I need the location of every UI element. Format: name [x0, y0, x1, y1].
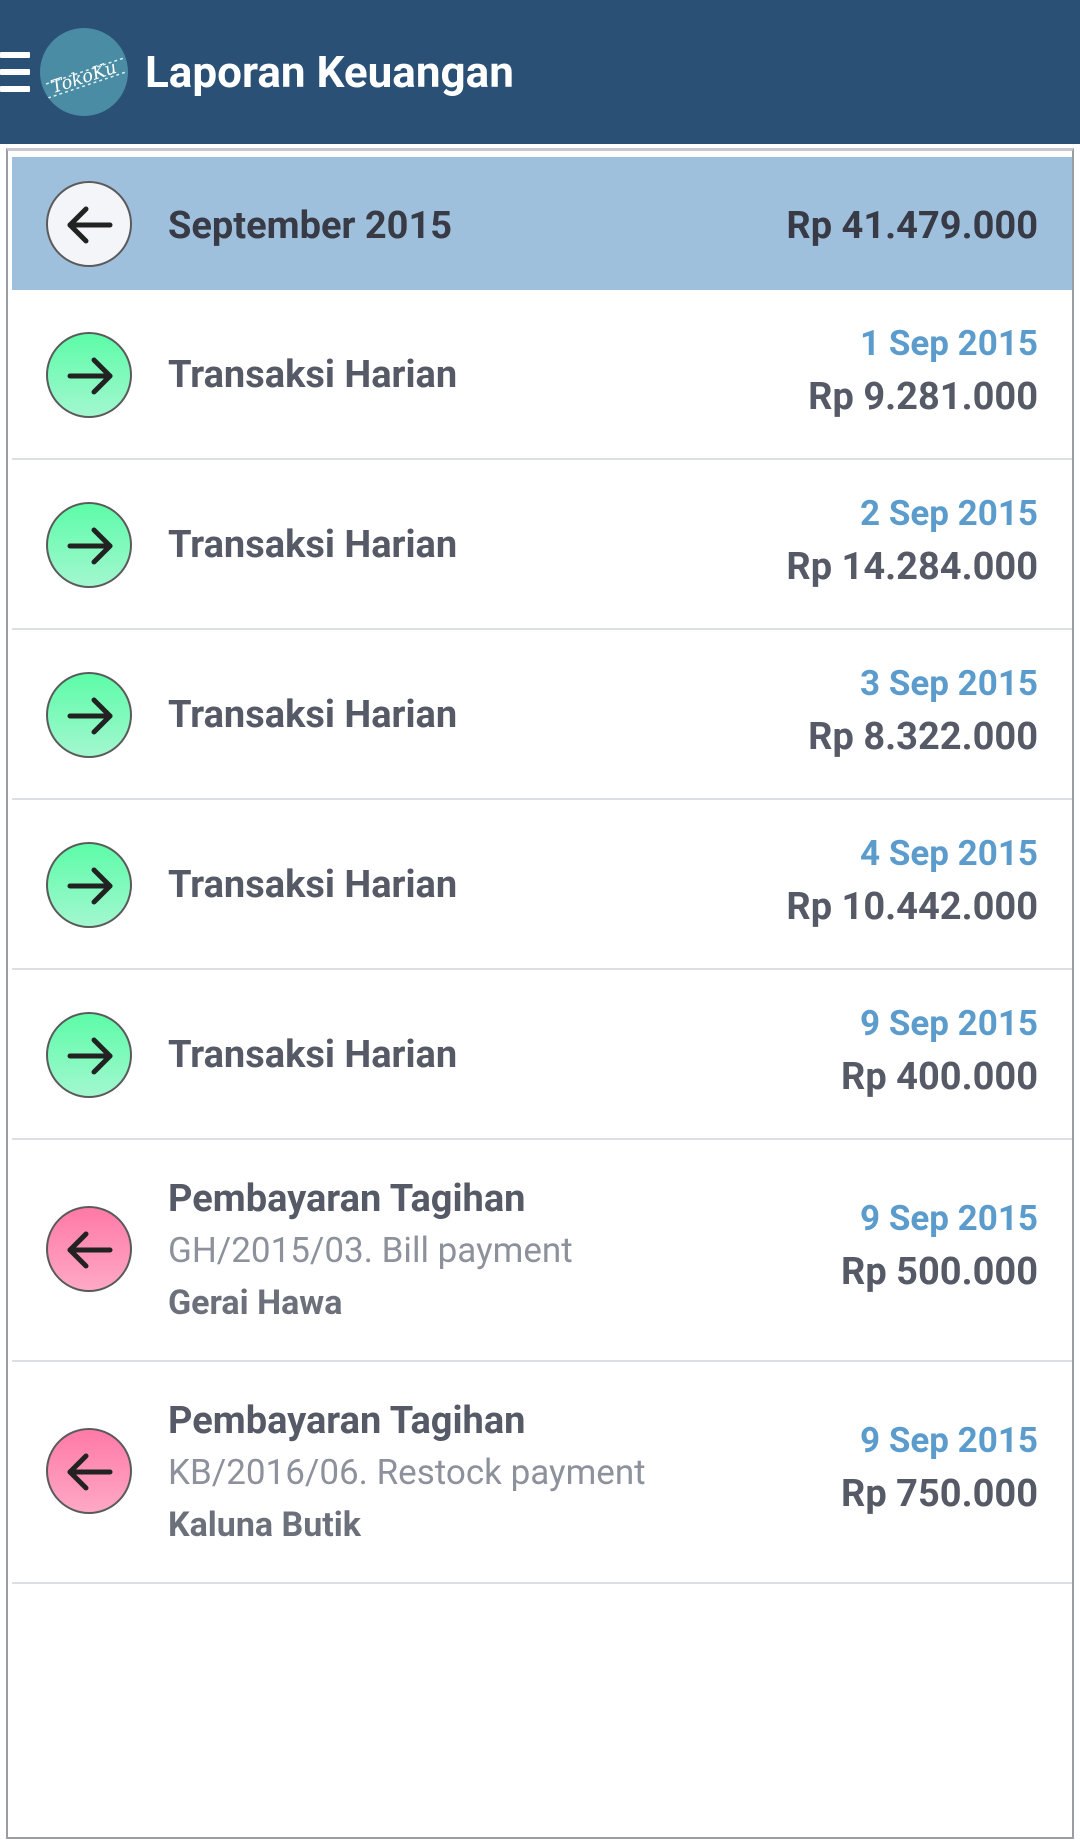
app-screen: TokoKu Laporan Keuangan September 2015 R… [0, 0, 1080, 1845]
incoming-transaction-button[interactable] [46, 672, 132, 758]
transaction-date: 4 Sep 2015 [860, 833, 1038, 874]
arrow-left-icon [67, 1453, 113, 1491]
list-item[interactable]: Transaksi Harian 4 Sep 2015 Rp 10.442.00… [12, 800, 1072, 970]
transaction-date: 9 Sep 2015 [860, 1420, 1038, 1461]
transaction-amount: Rp 500.000 [841, 1250, 1038, 1294]
transaction-amount: Rp 400.000 [841, 1055, 1038, 1099]
incoming-transaction-button[interactable] [46, 332, 132, 418]
outgoing-transaction-button[interactable] [46, 1428, 132, 1514]
svg-text:TokoKu: TokoKu [48, 57, 119, 98]
list-item[interactable]: Pembayaran Tagihan KB/2016/06. Restock p… [12, 1362, 1072, 1584]
period-summary-header: September 2015 Rp 41.479.000 [12, 157, 1072, 290]
incoming-transaction-button[interactable] [46, 842, 132, 928]
back-button[interactable] [46, 181, 132, 267]
transaction-title: Pembayaran Tagihan [168, 1177, 526, 1221]
transaction-date: 9 Sep 2015 [860, 1003, 1038, 1044]
transaction-date: 2 Sep 2015 [860, 493, 1038, 534]
transaction-title: Transaksi Harian [168, 353, 458, 397]
transaction-party: Gerai Hawa [168, 1283, 343, 1323]
arrow-right-icon [67, 697, 113, 735]
transaction-description: KB/2016/06. Restock payment [168, 1452, 646, 1493]
arrow-right-icon [67, 867, 113, 905]
hamburger-menu-icon[interactable] [0, 50, 30, 94]
transaction-title: Pembayaran Tagihan [168, 1399, 526, 1443]
app-title: Laporan Keuangan [145, 46, 514, 98]
transaction-amount: Rp 14.284.000 [786, 545, 1038, 589]
incoming-transaction-button[interactable] [46, 502, 132, 588]
transaction-amount: Rp 10.442.000 [786, 885, 1038, 929]
transaction-date: 1 Sep 2015 [860, 323, 1038, 364]
transaction-title: Transaksi Harian [168, 693, 458, 737]
transaction-title: Transaksi Harian [168, 863, 458, 907]
transaction-amount: Rp 750.000 [841, 1472, 1038, 1516]
incoming-transaction-button[interactable] [46, 1012, 132, 1098]
transaction-title: Transaksi Harian [168, 1033, 458, 1077]
app-bar: TokoKu Laporan Keuangan [0, 0, 1080, 144]
tokoku-logo: TokoKu [40, 28, 128, 116]
arrow-right-icon [67, 527, 113, 565]
list-item[interactable]: Pembayaran Tagihan GH/2015/03. Bill paym… [12, 1140, 1072, 1362]
outgoing-transaction-button[interactable] [46, 1206, 132, 1292]
arrow-right-icon [67, 357, 113, 395]
transaction-party: Kaluna Butik [168, 1505, 361, 1545]
list-item[interactable]: Transaksi Harian 9 Sep 2015 Rp 400.000 [12, 970, 1072, 1140]
arrow-right-icon [67, 1037, 113, 1075]
transaction-description: GH/2015/03. Bill payment [168, 1230, 573, 1271]
transaction-amount: Rp 9.281.000 [808, 375, 1038, 419]
report-list-panel: September 2015 Rp 41.479.000 Transaksi H… [6, 148, 1074, 1839]
list-item[interactable]: Transaksi Harian 1 Sep 2015 Rp 9.281.000 [12, 290, 1072, 460]
transaction-amount: Rp 8.322.000 [808, 715, 1038, 759]
transaction-title: Transaksi Harian [168, 523, 458, 567]
transaction-date: 9 Sep 2015 [860, 1198, 1038, 1239]
list-item[interactable]: Transaksi Harian 3 Sep 2015 Rp 8.322.000 [12, 630, 1072, 800]
arrow-left-icon [67, 206, 113, 244]
transaction-date: 3 Sep 2015 [860, 663, 1038, 704]
period-label: September 2015 [168, 204, 453, 248]
list-item[interactable]: Transaksi Harian 2 Sep 2015 Rp 14.284.00… [12, 460, 1072, 630]
period-total: Rp 41.479.000 [786, 204, 1038, 248]
arrow-left-icon [67, 1231, 113, 1269]
